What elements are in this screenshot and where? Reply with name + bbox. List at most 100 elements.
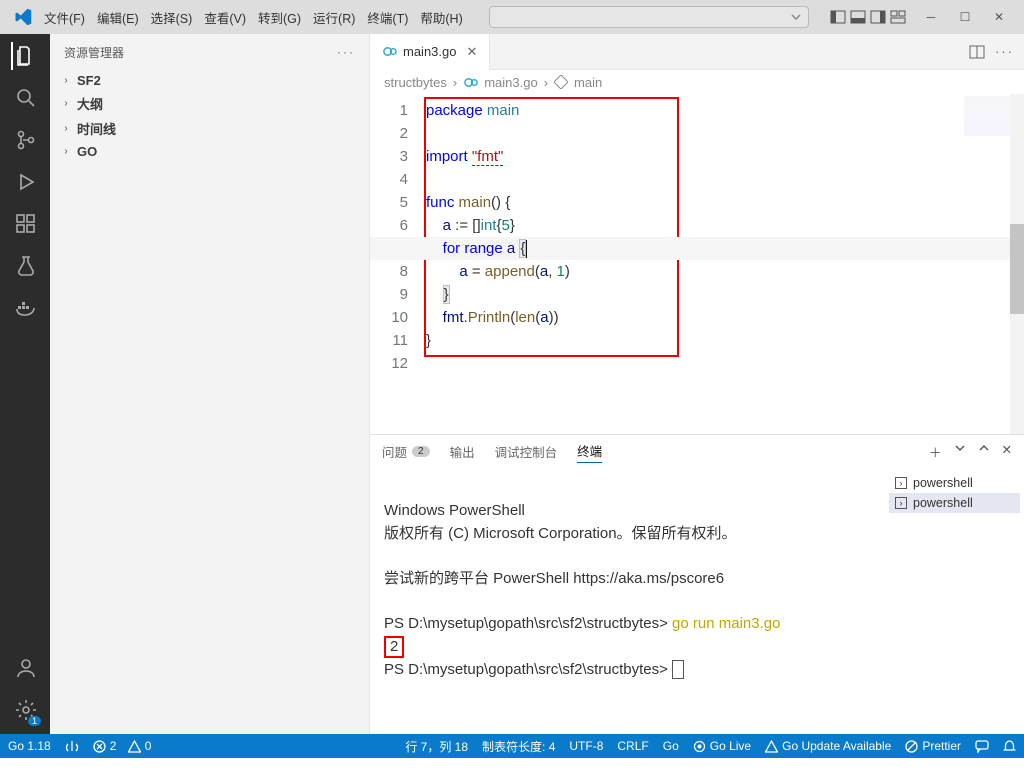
status-eol[interactable]: CRLF (617, 739, 648, 753)
activity-docker[interactable] (11, 294, 39, 322)
status-radio-tower-icon[interactable] (65, 739, 79, 753)
editor-more-icon[interactable]: ··· (995, 44, 1014, 60)
status-prettier[interactable]: Prettier (905, 739, 961, 753)
status-language[interactable]: Go (663, 739, 679, 753)
term-cmd: go run main3.go (672, 615, 780, 632)
go-file-icon (463, 75, 478, 90)
term-line: 尝试新的跨平台 PowerShell https://aka.ms/pscore… (384, 570, 724, 587)
status-feedback-icon[interactable] (975, 739, 989, 753)
status-go-live[interactable]: Go Live (693, 739, 751, 753)
window-maximize[interactable]: ☐ (948, 2, 982, 32)
menu-goto[interactable]: 转到(G) (252, 6, 307, 29)
activity-extensions[interactable] (11, 210, 39, 238)
editor-tabs: main3.go ✕ ··· (370, 34, 1024, 70)
terminal-new-icon[interactable]: ＋ (929, 442, 942, 461)
menu-run[interactable]: 运行(R) (307, 6, 361, 29)
terminal[interactable]: Windows PowerShell 版权所有 (C) Microsoft Co… (370, 467, 884, 734)
activity-run-debug[interactable] (11, 168, 39, 196)
status-cursor-pos[interactable]: 行 7，列 18 (405, 738, 468, 755)
crumb-file[interactable]: main3.go (484, 75, 537, 90)
vertical-scrollbar[interactable] (1010, 94, 1024, 434)
terminal-item-1[interactable]: › powershell (889, 473, 1020, 493)
menu-terminal[interactable]: 终端(T) (361, 6, 414, 29)
command-center[interactable] (489, 6, 809, 28)
editor-area: main3.go ✕ ··· structbytes› main3.go› ma… (370, 34, 1024, 734)
panel-right-icon[interactable] (870, 9, 886, 25)
menu-edit[interactable]: 编辑(E) (91, 6, 145, 29)
sidebar-label-outline: 大纲 (77, 94, 103, 113)
menu-select[interactable]: 选择(S) (145, 6, 199, 29)
activity-testing[interactable] (11, 252, 39, 280)
terminal-label: powershell (913, 496, 973, 510)
terminal-icon: › (895, 497, 907, 509)
panel-bottom-icon[interactable] (850, 9, 866, 25)
menu-file[interactable]: 文件(F) (38, 6, 91, 29)
panel-label-problems: 问题 (382, 442, 407, 461)
sidebar-item-outline[interactable]: ›大纲 (50, 91, 369, 116)
split-editor-icon[interactable] (969, 44, 985, 60)
layout-custom-icon[interactable] (890, 9, 906, 25)
code-editor[interactable]: 123456789101112 package main import "fmt… (370, 94, 1024, 434)
panel-tabs: 问题2 输出 调试控制台 终端 ＋ ✕ (370, 435, 1024, 467)
sidebar-label-go: GO (77, 144, 97, 159)
sidebar-item-sf2[interactable]: ›SF2 (50, 70, 369, 91)
sidebar-explorer: 资源管理器 ··· ›SF2 ›大纲 ›时间线 ›GO (50, 34, 370, 734)
chevron-down-icon (790, 11, 802, 23)
panel-left-icon[interactable] (830, 9, 846, 25)
terminal-cursor (672, 660, 684, 679)
highlight-box-output: 2 (384, 636, 404, 658)
menu-view[interactable]: 查看(V) (198, 6, 252, 29)
panel-tab-output[interactable]: 输出 (450, 440, 475, 463)
gutter: 123456789101112 (370, 94, 420, 434)
crumb-symbol[interactable]: main (574, 75, 602, 90)
activity-settings[interactable]: 1 (11, 696, 39, 724)
broadcast-icon (693, 740, 706, 753)
terminal-icon: › (895, 477, 907, 489)
breadcrumb[interactable]: structbytes› main3.go› main (370, 70, 1024, 94)
tab-close-icon[interactable]: ✕ (466, 44, 477, 60)
activity-source-control[interactable] (11, 126, 39, 154)
chevron-right-icon: › (60, 123, 72, 134)
term-prompt: PS D:\mysetup\gopath\src\sf2\structbytes… (384, 661, 672, 678)
code-content[interactable]: package main import "fmt" func main() { … (420, 94, 570, 434)
block-icon (905, 740, 918, 753)
panel-maximize-icon[interactable] (978, 442, 990, 454)
status-problems[interactable]: 2 0 (93, 739, 152, 753)
sidebar-title: 资源管理器 (64, 44, 124, 61)
warning-icon (128, 740, 141, 753)
window-minimize[interactable]: ─ (914, 2, 948, 32)
term-prompt: PS D:\mysetup\gopath\src\sf2\structbytes… (384, 615, 672, 632)
status-bar: Go 1.18 2 0 行 7，列 18 制表符长度: 4 UTF-8 CRLF… (0, 734, 1024, 758)
panel-tab-problems[interactable]: 问题2 (382, 440, 430, 463)
sidebar-item-timeline[interactable]: ›时间线 (50, 116, 369, 141)
panel-tab-terminal[interactable]: 终端 (577, 439, 602, 463)
activity-explorer[interactable] (11, 42, 39, 70)
chevron-down-icon[interactable] (954, 442, 966, 454)
window-close[interactable]: ✕ (982, 2, 1016, 32)
terminal-list: › powershell › powershell (884, 467, 1024, 734)
status-go-version[interactable]: Go 1.18 (8, 739, 51, 753)
status-error-count: 2 (110, 739, 117, 753)
titlebar: 文件(F) 编辑(E) 选择(S) 查看(V) 转到(G) 运行(R) 终端(T… (0, 0, 1024, 34)
status-encoding[interactable]: UTF-8 (569, 739, 603, 753)
status-tab-size[interactable]: 制表符长度: 4 (482, 738, 555, 755)
tab-main3-go[interactable]: main3.go ✕ (370, 34, 490, 70)
activity-search[interactable] (11, 84, 39, 112)
sidebar-more-icon[interactable]: ··· (337, 45, 355, 59)
terminal-item-2[interactable]: › powershell (889, 493, 1020, 513)
status-go-update[interactable]: Go Update Available (765, 739, 891, 753)
scrollbar-thumb[interactable] (1010, 224, 1024, 314)
terminal-label: powershell (913, 476, 973, 490)
status-bell-icon[interactable] (1003, 740, 1016, 753)
tab-label: main3.go (403, 44, 456, 59)
activity-account[interactable] (11, 654, 39, 682)
crumb-folder[interactable]: structbytes (384, 75, 447, 90)
status-update-label: Go Update Available (782, 739, 891, 753)
menu-help[interactable]: 帮助(H) (414, 6, 468, 29)
panel-close-icon[interactable]: ✕ (1002, 442, 1012, 461)
chevron-right-icon: › (60, 146, 72, 157)
sidebar-item-go[interactable]: › GO (50, 141, 369, 162)
chevron-right-icon: › (60, 75, 72, 86)
settings-badge: 1 (28, 716, 41, 726)
panel-tab-debug[interactable]: 调试控制台 (495, 440, 558, 463)
